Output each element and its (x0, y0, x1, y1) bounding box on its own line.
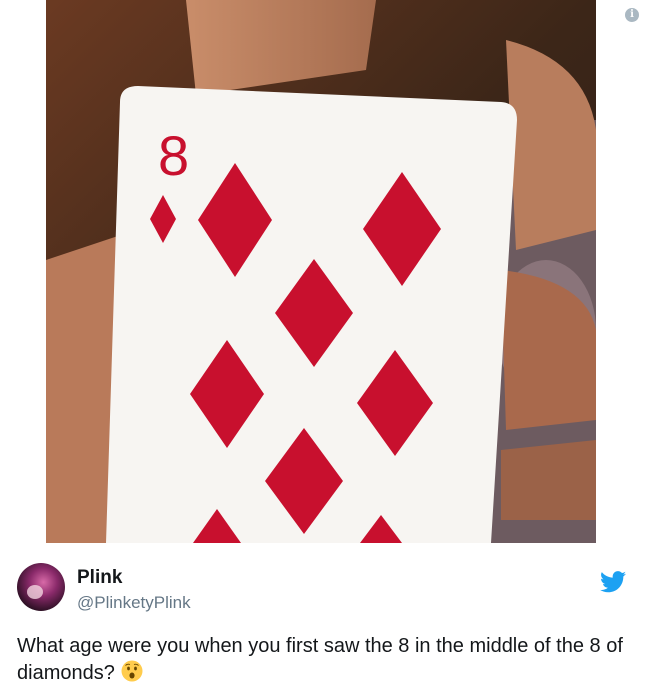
card-photo-illustration: 8 (46, 0, 596, 543)
twitter-bird-icon[interactable] (600, 571, 626, 593)
tweet-text: What age were you when you first saw the… (17, 633, 637, 687)
user-handle[interactable]: @PlinketyPlink (77, 593, 191, 613)
avatar[interactable] (17, 563, 65, 611)
tweet-body: What age were you when you first saw the… (17, 635, 623, 684)
astonished-face-emoji (121, 660, 143, 682)
card-rank-index: 8 (158, 124, 189, 187)
info-icon[interactable]: i (625, 8, 639, 22)
tweet-photo[interactable]: 8 (46, 0, 596, 543)
display-name[interactable]: Plink (77, 567, 122, 589)
tweet-card: Plink @PlinketyPlink What age were you w… (0, 543, 648, 686)
